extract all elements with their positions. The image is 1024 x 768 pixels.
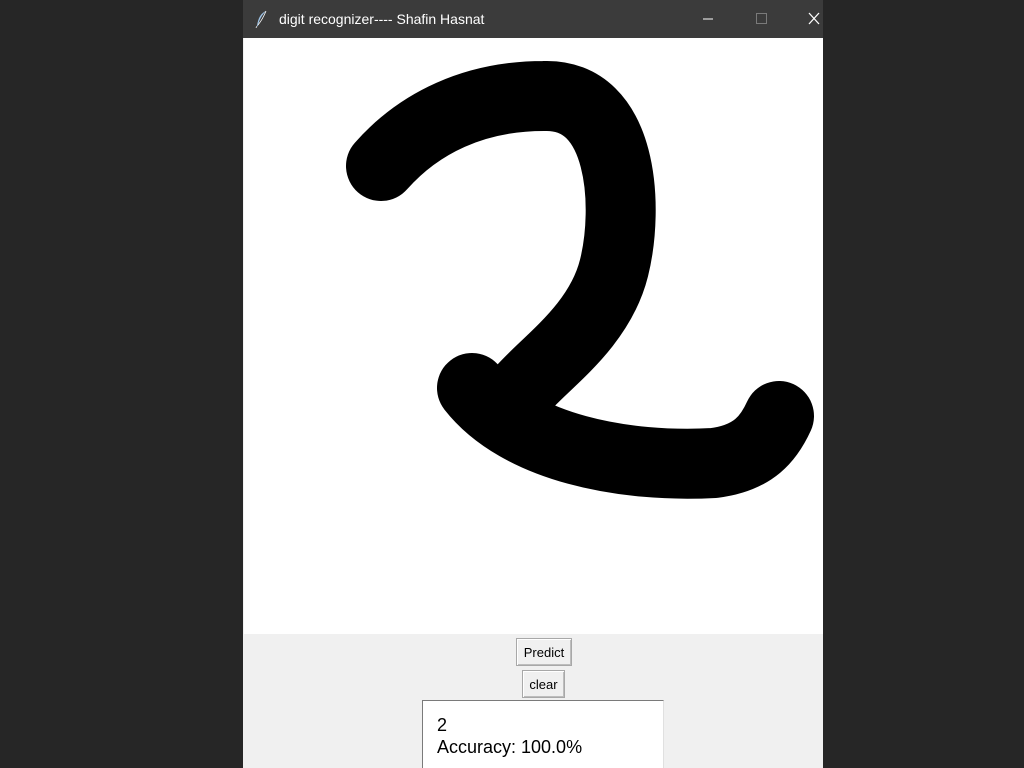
accuracy-text: Accuracy: 100.0% (437, 737, 583, 757)
close-button[interactable] (791, 0, 823, 38)
predicted-digit: 2 (437, 715, 448, 735)
window-title: digit recognizer---- Shafin Hasnat (279, 11, 485, 27)
handwritten-digit-stroke (346, 61, 814, 499)
app-window: digit recognizer---- Shafin Hasnat Predi… (243, 0, 823, 768)
result-textbox[interactable]: 2 Accuracy: 100.0% (422, 700, 664, 768)
clear-button[interactable]: clear (522, 670, 565, 698)
maximize-button[interactable] (738, 0, 784, 38)
predict-button[interactable]: Predict (516, 638, 572, 666)
feather-icon (254, 10, 270, 29)
drawing-canvas[interactable] (244, 38, 823, 634)
minimize-button[interactable] (685, 0, 731, 38)
title-bar[interactable]: digit recognizer---- Shafin Hasnat (243, 0, 823, 38)
